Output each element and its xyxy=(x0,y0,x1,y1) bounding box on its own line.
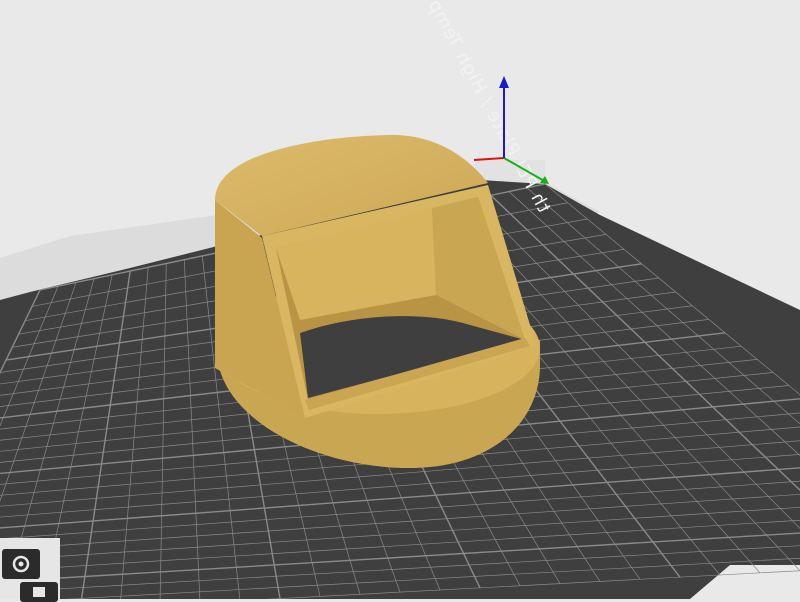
square-view-icon[interactable] xyxy=(20,582,58,602)
3d-viewport[interactable]: th PEI Plate / High Temp Plate xyxy=(0,0,800,602)
z-axis-arrow xyxy=(499,76,509,88)
x-axis-line xyxy=(473,157,505,161)
gear-icon xyxy=(12,555,30,573)
settings-gear-icon[interactable] xyxy=(2,549,40,579)
square-icon xyxy=(33,587,45,597)
scene-canvas[interactable]: th PEI Plate / High Temp Plate xyxy=(0,0,800,599)
